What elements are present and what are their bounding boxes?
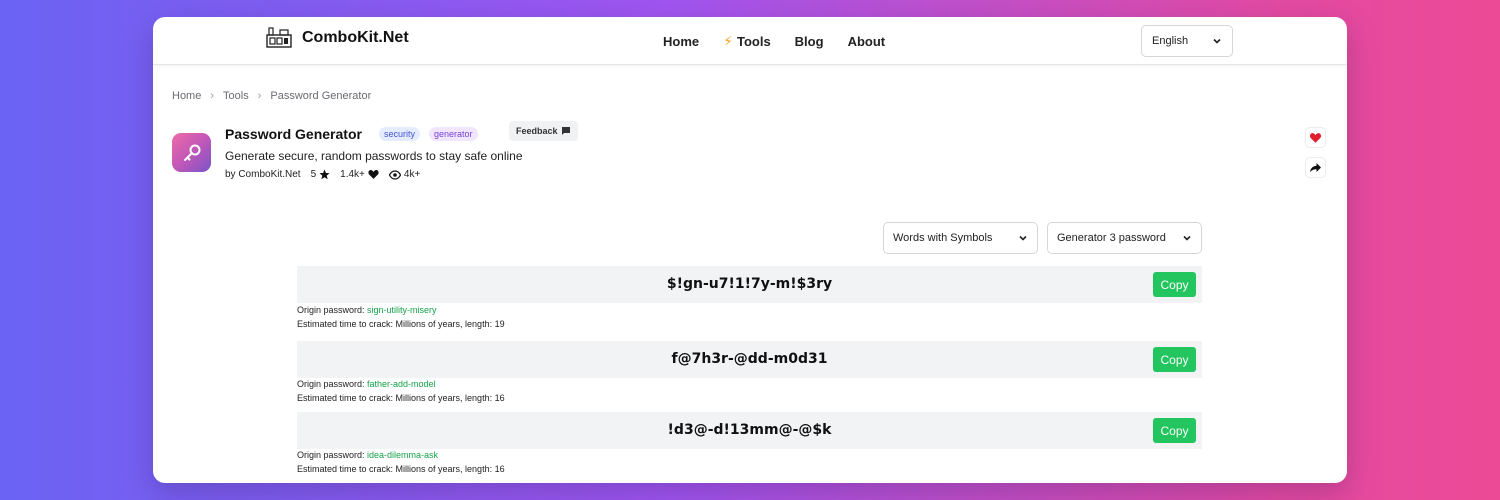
- heart-icon: [1309, 132, 1322, 143]
- nav-home[interactable]: Home: [663, 34, 699, 49]
- tool-author[interactable]: by ComboKit.Net: [225, 169, 301, 180]
- copy-button[interactable]: Copy: [1153, 418, 1196, 443]
- password-row: f@7h3r-@dd-m0d31 Copy: [297, 341, 1202, 378]
- breadcrumb-home[interactable]: Home: [172, 90, 201, 102]
- chevron-right-icon: ›: [257, 90, 262, 102]
- origin-line: Origin password: sign-utility-misery: [297, 305, 437, 315]
- chevron-right-icon: ›: [210, 90, 215, 102]
- rating-value: 5: [310, 169, 317, 180]
- key-icon: [183, 144, 200, 161]
- origin-label: Origin password:: [297, 450, 368, 460]
- breadcrumb-tools[interactable]: Tools: [223, 90, 249, 102]
- tag-security[interactable]: security: [379, 127, 421, 141]
- breadcrumb-current: Password Generator: [270, 90, 372, 102]
- tag-generator[interactable]: generator: [429, 127, 478, 141]
- crack-estimate: Estimated time to crack: Millions of yea…: [297, 393, 505, 403]
- copy-button[interactable]: Copy: [1153, 347, 1196, 372]
- share-icon: [1310, 162, 1321, 172]
- origin-label: Origin password:: [297, 379, 368, 389]
- feedback-label: Feedback: [516, 126, 558, 136]
- nav-tools-label: Tools: [736, 34, 771, 49]
- main-nav: Home ⚡ Tools Blog About: [663, 33, 909, 50]
- tool-description: Generate secure, random passwords to sta…: [225, 149, 523, 163]
- crack-label: Estimated time to crack: Millions of yea…: [297, 393, 495, 403]
- heart-icon: [368, 170, 379, 179]
- bolt-icon: ⚡: [723, 33, 733, 49]
- origin-line: Origin password: idea-dilemma-ask: [297, 450, 438, 460]
- feedback-button[interactable]: Feedback: [509, 121, 578, 141]
- tool-app-icon: [172, 133, 211, 172]
- count-select[interactable]: Generator 3 password: [1047, 222, 1202, 254]
- views: 4k+: [388, 169, 421, 180]
- copy-button[interactable]: Copy: [1153, 272, 1196, 297]
- origin-password: sign-utility-misery: [367, 305, 437, 315]
- password-length: 19: [494, 319, 505, 329]
- password-row: !d3@-d!13mm@-@$k Copy: [297, 412, 1202, 449]
- password-row: $!gn-u7!1!7y-m!$3ry Copy: [297, 266, 1202, 303]
- eye-icon: [388, 169, 401, 180]
- chevron-down-icon: [1213, 38, 1221, 44]
- rating: 5: [311, 169, 331, 180]
- password-length: 16: [494, 393, 505, 403]
- logo-text: ComboKit.Net: [302, 29, 409, 46]
- message-icon: [561, 127, 570, 135]
- crack-estimate: Estimated time to crack: Millions of yea…: [297, 319, 505, 329]
- share-button[interactable]: [1305, 157, 1326, 178]
- breadcrumb: Home › Tools › Password Generator: [172, 90, 371, 102]
- language-value: English: [1152, 35, 1189, 47]
- language-select[interactable]: English: [1141, 25, 1233, 57]
- password-value[interactable]: !d3@-d!13mm@-@$k: [297, 412, 1202, 449]
- logo-icon: [266, 27, 292, 48]
- crack-label: Estimated time to crack: Millions of yea…: [297, 319, 495, 329]
- origin-password: idea-dilemma-ask: [367, 450, 439, 460]
- origin-line: Origin password: father-add-model: [297, 379, 436, 389]
- browser-window: ComboKit.Net Home ⚡ Tools Blog About Engl…: [153, 17, 1347, 483]
- star-icon: [319, 169, 330, 180]
- mode-select[interactable]: Words with Symbols: [883, 222, 1038, 254]
- tool-title: Password Generator: [225, 126, 362, 142]
- origin-password: father-add-model: [367, 379, 436, 389]
- crack-label: Estimated time to crack: Millions of yea…: [297, 464, 495, 474]
- likes: 1.4k+: [340, 169, 379, 180]
- likes-value: 1.4k+: [340, 169, 365, 180]
- views-value: 4k+: [403, 169, 421, 180]
- nav-tools[interactable]: ⚡ Tools: [723, 33, 771, 50]
- crack-estimate: Estimated time to crack: Millions of yea…: [297, 464, 505, 474]
- favorite-button[interactable]: [1305, 127, 1326, 148]
- password-value[interactable]: f@7h3r-@dd-m0d31: [297, 341, 1202, 378]
- chevron-down-icon: [1183, 235, 1191, 241]
- nav-blog[interactable]: Blog: [795, 34, 824, 49]
- chevron-down-icon: [1019, 235, 1027, 241]
- password-value[interactable]: $!gn-u7!1!7y-m!$3ry: [297, 266, 1202, 303]
- mode-value: Words with Symbols: [893, 232, 993, 244]
- site-logo[interactable]: ComboKit.Net: [266, 27, 409, 49]
- count-value: Generator 3 password: [1057, 232, 1166, 244]
- nav-about[interactable]: About: [848, 34, 886, 49]
- origin-label: Origin password:: [297, 305, 368, 315]
- password-length: 16: [494, 464, 505, 474]
- tool-meta: by ComboKit.Net 5 1.4k+ 4k+: [225, 169, 420, 180]
- top-navbar: ComboKit.Net Home ⚡ Tools Blog About Engl…: [153, 17, 1347, 65]
